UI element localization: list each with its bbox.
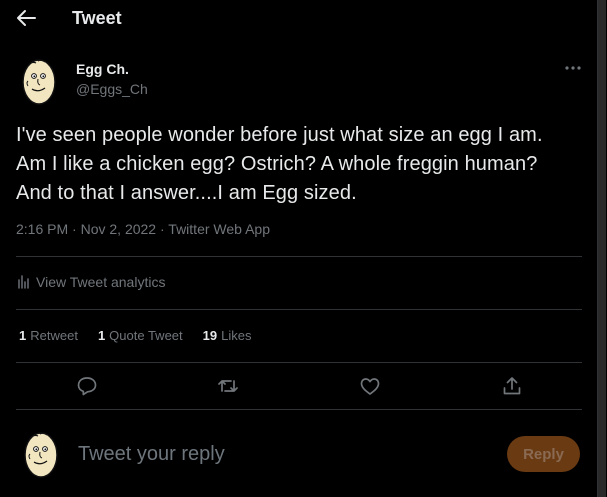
stat-retweets[interactable]: 1 Retweet — [19, 328, 78, 343]
meta-separator: · — [72, 221, 77, 237]
back-button[interactable] — [14, 7, 40, 29]
arrow-left-icon — [17, 10, 36, 26]
author-handle[interactable]: @Eggs_Ch — [76, 81, 148, 97]
stat-likes[interactable]: 19 Likes — [203, 328, 252, 343]
meta-separator: · — [159, 221, 165, 237]
tweet-text: I've seen people wonder before just what… — [16, 124, 543, 204]
stat-count: 1 — [97, 328, 106, 343]
reply-button[interactable] — [75, 374, 99, 398]
tweet-meta: 2:16 PM · Nov 2, 2022 · Twitter Web App — [16, 221, 270, 237]
current-user-avatar[interactable] — [22, 428, 60, 480]
share-button[interactable] — [500, 374, 524, 398]
stat-label: Retweet — [30, 328, 78, 343]
scrollbar[interactable] — [597, 0, 607, 497]
analytics-label: View Tweet analytics — [36, 274, 166, 290]
egg-avatar-icon — [24, 432, 58, 478]
like-button[interactable] — [358, 374, 382, 398]
engagement-stats: 1 Retweet 1 Quote Tweet 19 Likes — [19, 328, 251, 343]
author-name[interactable]: Egg Ch. — [76, 61, 129, 77]
stat-quote-tweets[interactable]: 1 Quote Tweet — [98, 328, 183, 343]
tweet-date[interactable]: Nov 2, 2022 — [81, 221, 157, 237]
egg-avatar-icon — [22, 59, 56, 105]
bar-chart-icon — [18, 275, 29, 289]
tweet-source[interactable]: Twitter Web App — [168, 221, 270, 237]
tweet-detail-page: Tweet Egg Ch. @Eggs_Ch I've seen people … — [0, 0, 597, 497]
view-analytics-link[interactable]: View Tweet analytics — [16, 274, 165, 290]
like-icon — [360, 378, 380, 395]
reply-input[interactable]: Tweet your reply — [78, 443, 225, 466]
divider — [16, 362, 582, 363]
reply-submit-button[interactable]: Reply — [507, 436, 580, 472]
stat-label: Quote Tweet — [109, 328, 183, 343]
divider — [16, 409, 582, 410]
scrollbar-thumb[interactable] — [598, 0, 606, 497]
stat-count: 19 — [202, 328, 218, 343]
header: Tweet — [0, 0, 597, 38]
tweet-time[interactable]: 2:16 PM — [16, 221, 68, 237]
author-avatar[interactable] — [20, 55, 58, 107]
divider — [16, 309, 582, 310]
page-title: Tweet — [72, 8, 122, 28]
more-dots-icon — [565, 66, 581, 70]
share-icon — [503, 377, 521, 395]
retweet-button[interactable] — [216, 374, 240, 398]
stat-label: Likes — [221, 328, 252, 343]
stat-count: 1 — [19, 328, 27, 343]
more-options-button[interactable] — [562, 58, 584, 78]
reply-icon — [77, 377, 97, 396]
divider — [16, 256, 582, 257]
retweet-icon — [218, 380, 238, 392]
